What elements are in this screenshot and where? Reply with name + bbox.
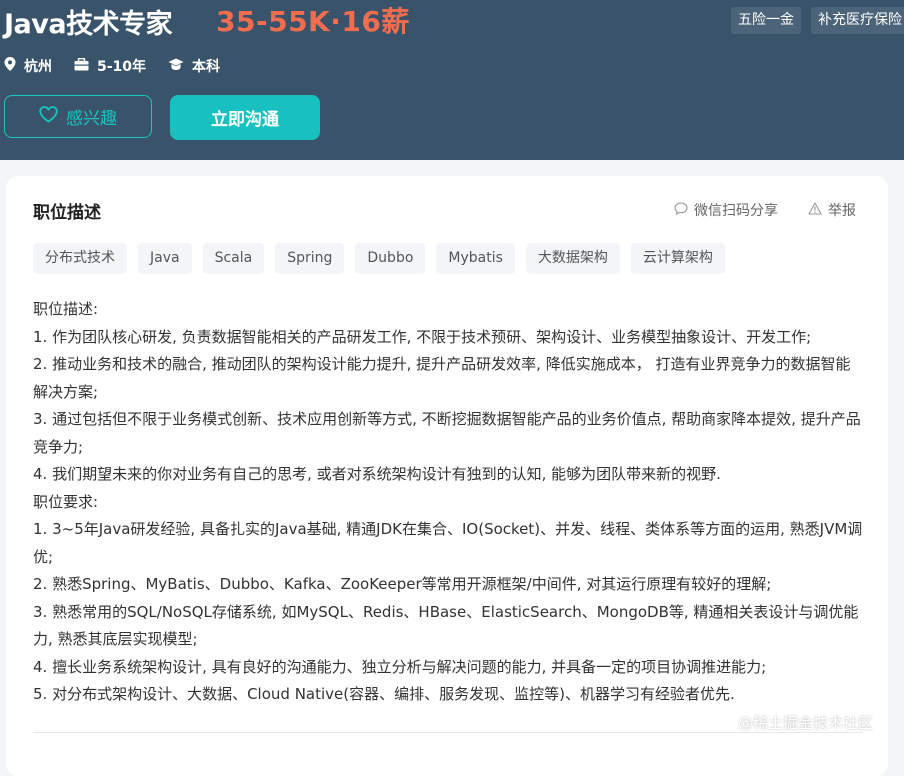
skill-tag[interactable]: Dubbo — [355, 243, 426, 274]
warning-icon — [808, 201, 828, 219]
description-line: 3. 通过包括但不限于业务模式创新、技术应用创新等方式, 不断挖掘数据智能产品的… — [33, 410, 861, 456]
briefcase-icon — [74, 57, 97, 75]
job-description-text: 职位描述: 1. 作为团队核心研发, 负责数据智能相关的产品研发工作, 不限于技… — [33, 296, 863, 709]
share-button[interactable]: 微信扫码分享 — [674, 200, 778, 220]
share-label: 微信扫码分享 — [694, 203, 778, 219]
report-button[interactable]: 举报 — [808, 200, 856, 220]
skill-tag[interactable]: 云计算架构 — [630, 243, 725, 274]
benefit-tag: 补充医疗保险 — [811, 7, 904, 34]
skill-tag[interactable]: 大数据架构 — [525, 243, 620, 274]
skill-tag[interactable]: Spring — [275, 243, 345, 274]
job-title: Java技术专家 — [4, 9, 173, 40]
description-line: 4. 擅长业务系统架构设计, 具有良好的沟通能力、独立分析与解决问题的能力, 并… — [33, 657, 767, 676]
description-line: 5. 对分布式架构设计、大数据、Cloud Native(容器、编排、服务发现、… — [33, 685, 735, 703]
description-line: 2. 熟悉Spring、MyBatis、Dubbo、Kafka、ZooKeepe… — [33, 575, 772, 593]
skill-tag[interactable]: Java — [138, 243, 192, 274]
skill-tags: 分布式技术 Java Scala Spring Dubbo Mybatis 大数… — [33, 243, 736, 274]
experience-text: 5-10年 — [97, 59, 147, 75]
job-header: Java技术专家 35-55K·16薪 五险一金 补充医疗保险 杭州 5-10年 — [0, 0, 904, 160]
salary: 35-55K·16薪 — [216, 5, 410, 38]
graduation-cap-icon — [168, 58, 192, 75]
watermark: @稀土掘金技术社区 — [738, 714, 874, 732]
job-education: 本科 — [168, 56, 220, 76]
job-info-row: 杭州 5-10年 本科 — [4, 55, 242, 77]
chat-button-label: 立即沟通 — [211, 110, 279, 130]
skill-tag[interactable]: 分布式技术 — [33, 243, 127, 274]
chat-bubble-icon — [674, 201, 694, 219]
education-text: 本科 — [192, 59, 221, 75]
skill-tag[interactable]: Scala — [202, 243, 265, 274]
report-label: 举报 — [828, 203, 856, 219]
description-line: 3. 熟悉常用的SQL/NoSQL存储系统, 如MySQL、Redis、HBas… — [33, 602, 859, 649]
chat-now-button[interactable]: 立即沟通 — [170, 95, 320, 140]
description-line: 2. 推动业务和技术的融合, 推动团队的架构设计能力提升, 提升产品研发效率, … — [33, 355, 851, 401]
description-line: 4. 我们期望未来的你对业务有自己的思考, 或者对系统架构设计有独到的认知, 能… — [33, 465, 721, 483]
description-line: 1. 作为团队核心研发, 负责数据智能相关的产品研发工作, 不限于技术预研、架构… — [33, 327, 812, 346]
benefit-tag: 五险一金 — [731, 7, 801, 34]
description-line: 1. 3~5年Java研发经验, 具备扎实的Java基础, 精通JDK在集合、I… — [33, 520, 863, 566]
job-location: 杭州 — [4, 56, 52, 76]
skill-tag[interactable]: Mybatis — [436, 243, 515, 274]
description-line: 职位要求: — [33, 492, 99, 511]
job-description-card: 职位描述 微信扫码分享 举报 分布式技术 Java Scala Spring D… — [6, 176, 888, 776]
location-text: 杭州 — [24, 59, 52, 75]
interest-button-label: 感兴趣 — [66, 109, 117, 129]
interest-button[interactable]: 感兴趣 — [4, 95, 152, 138]
section-title: 职位描述 — [33, 203, 101, 223]
heart-icon — [39, 105, 66, 128]
description-line: 职位描述: — [33, 300, 99, 318]
job-experience: 5-10年 — [74, 56, 146, 76]
location-pin-icon — [4, 57, 24, 75]
